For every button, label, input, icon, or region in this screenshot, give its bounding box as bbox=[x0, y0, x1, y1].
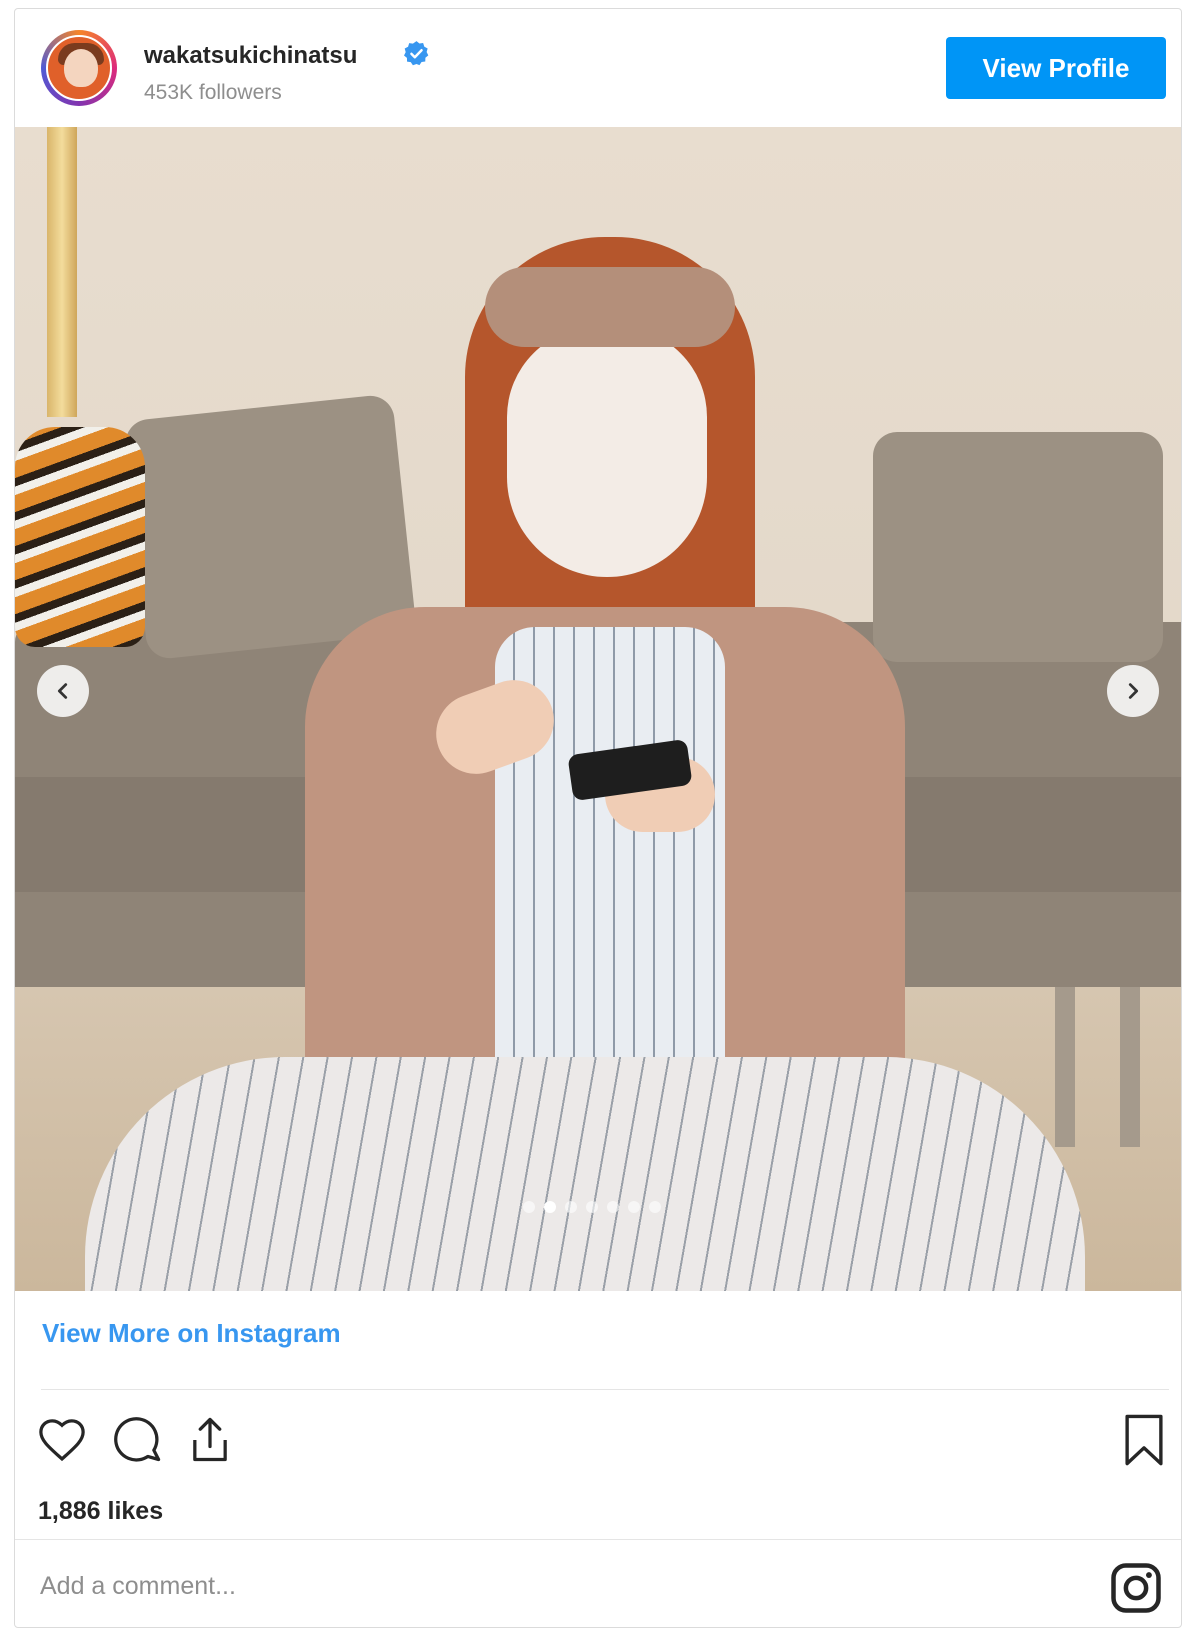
carousel-dot bbox=[523, 1201, 535, 1213]
wall-trim bbox=[47, 127, 77, 417]
bookmark-icon bbox=[1125, 1414, 1163, 1466]
avatar[interactable] bbox=[41, 30, 117, 106]
tiger-plush bbox=[15, 427, 145, 647]
carousel-dot bbox=[586, 1201, 598, 1213]
instagram-embed-card: wakatsukichinatsu 453K followers View Pr… bbox=[14, 8, 1182, 1628]
like-count: 1,886 likes bbox=[38, 1497, 164, 1525]
save-button[interactable] bbox=[1117, 1413, 1171, 1467]
username[interactable]: wakatsukichinatsu bbox=[144, 42, 357, 70]
share-icon bbox=[193, 1417, 227, 1462]
person-headband bbox=[485, 267, 735, 347]
chevron-left-icon bbox=[57, 683, 68, 699]
divider bbox=[41, 1389, 1169, 1390]
post-photo[interactable] bbox=[15, 127, 1181, 1291]
like-button[interactable] bbox=[35, 1413, 89, 1467]
comment-input[interactable] bbox=[38, 1557, 1042, 1615]
carousel-dot bbox=[544, 1201, 556, 1213]
sofa-leg bbox=[1055, 987, 1075, 1147]
carousel-indicator bbox=[523, 1201, 661, 1213]
carousel-dot bbox=[649, 1201, 661, 1213]
comment-button[interactable] bbox=[111, 1413, 165, 1467]
chevron-right-icon bbox=[1128, 683, 1139, 699]
sofa-leg bbox=[1120, 987, 1140, 1147]
view-profile-button[interactable]: View Profile bbox=[946, 37, 1166, 99]
carousel-dot bbox=[628, 1201, 640, 1213]
carousel-prev-button[interactable] bbox=[37, 665, 89, 717]
carousel-dot bbox=[565, 1201, 577, 1213]
sofa-cushion-right bbox=[873, 432, 1163, 662]
share-button[interactable] bbox=[183, 1413, 237, 1467]
verified-badge-icon bbox=[404, 41, 429, 66]
carousel-dot bbox=[607, 1201, 619, 1213]
view-more-on-instagram-link[interactable]: View More on Instagram bbox=[42, 1318, 341, 1349]
comment-icon bbox=[114, 1417, 161, 1462]
carousel-next-button[interactable] bbox=[1107, 665, 1159, 717]
post-header: wakatsukichinatsu 453K followers View Pr… bbox=[15, 9, 1181, 126]
divider bbox=[15, 1539, 1181, 1540]
follower-count: 453K followers bbox=[144, 81, 282, 104]
instagram-icon[interactable] bbox=[1109, 1561, 1163, 1615]
avatar-image bbox=[46, 35, 112, 101]
person-pajama-legs bbox=[85, 1057, 1085, 1291]
person-face-mask bbox=[507, 327, 707, 577]
heart-icon bbox=[39, 1419, 85, 1462]
